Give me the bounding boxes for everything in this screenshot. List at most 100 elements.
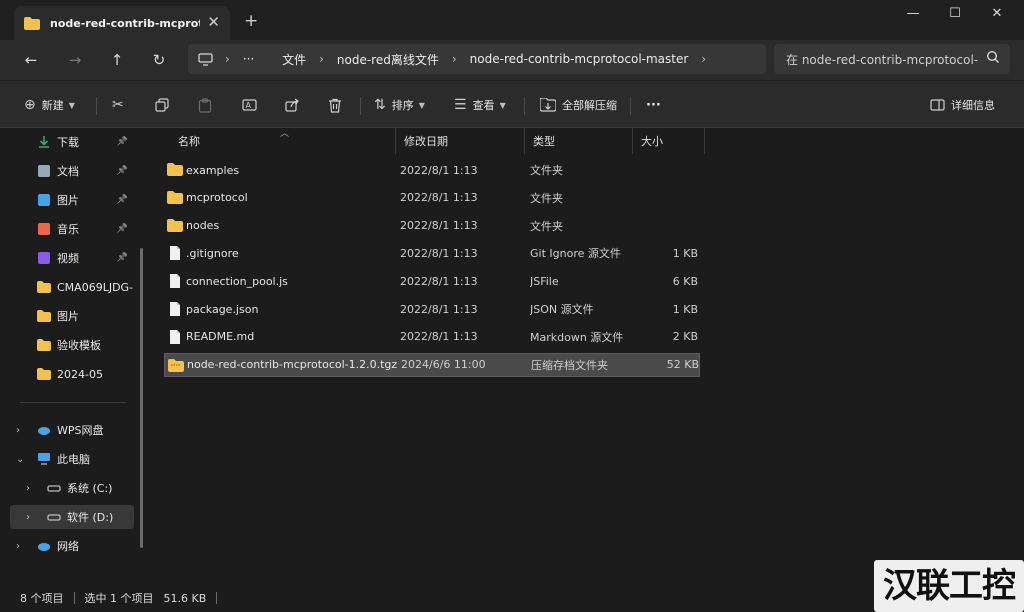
sidebar-item[interactable]: CMA069LJDG- (10, 275, 134, 299)
sidebar-item[interactable]: 音乐 📌 (10, 217, 134, 241)
paste-icon (198, 97, 212, 113)
file-row[interactable]: examples 2022/8/1 1:13 文件夹 (164, 158, 700, 182)
file-type: 文件夹 (530, 219, 563, 233)
sidebar-tree-item[interactable]: › 软件 (D:) (10, 505, 134, 529)
sidebar-item[interactable]: 2024-05 (10, 362, 134, 386)
forward-arrow-icon[interactable]: → (62, 48, 88, 72)
chevron-right-icon[interactable]: › (16, 541, 20, 552)
column-header-name[interactable]: 名称 (170, 128, 396, 154)
pin-icon[interactable]: 📌 (117, 137, 128, 147)
folder-icon (167, 190, 183, 204)
sidebar-item[interactable]: 下载 📌 (10, 130, 134, 154)
view-list-icon: ☰ (454, 97, 467, 113)
status-divider (216, 592, 218, 604)
breadcrumb-item[interactable]: node-red离线文件 (337, 51, 439, 68)
toolbar-divider (96, 97, 97, 115)
more-options-button[interactable]: ··· (646, 93, 661, 117)
folder-icon (37, 281, 51, 293)
extract-all-button[interactable]: 全部解压缩 (540, 93, 617, 117)
sidebar-item[interactable]: 视频 📌 (10, 246, 134, 270)
refresh-icon[interactable]: ↻ (146, 48, 172, 72)
trash-icon (329, 98, 341, 113)
sidebar-scrollbar[interactable] (140, 248, 143, 548)
copy-button[interactable] (155, 93, 169, 117)
chevron-down-icon: ▼ (68, 100, 75, 110)
delete-button[interactable] (328, 93, 342, 117)
document-icon (38, 165, 50, 177)
sidebar-item[interactable]: 图片 📌 (10, 188, 134, 212)
computer-icon (38, 453, 50, 465)
sidebar-item[interactable]: 验收模板 (10, 333, 134, 357)
chevron-right-icon[interactable]: › (26, 512, 30, 523)
folder-icon (24, 16, 40, 30)
chevron-down-icon[interactable]: ⌄ (16, 454, 24, 465)
pin-icon[interactable]: 📌 (117, 166, 128, 176)
column-header-type[interactable]: 类型 (525, 128, 633, 154)
chevron-right-icon[interactable]: › (26, 483, 30, 494)
file-row[interactable]: package.json 2022/8/1 1:13 JSON 源文件 1 KB (164, 297, 700, 321)
sidebar-tree-label: 软件 (D:) (67, 511, 114, 524)
paste-button[interactable] (198, 93, 212, 117)
address-bar[interactable]: › ··· › 文件 › node-red离线文件 › node-red-con… (188, 44, 766, 74)
sidebar-tree-item[interactable]: › WPS网盘 (10, 418, 134, 442)
close-window-button[interactable]: ✕ (982, 4, 1012, 24)
file-row[interactable]: .gitignore 2022/8/1 1:13 Git Ignore 源文件 1 K… (164, 241, 700, 265)
details-pane-button[interactable]: 详细信息 (930, 93, 995, 117)
sidebar-tree-item[interactable]: › 系统 (C:) (10, 476, 134, 500)
view-label: 查看 (472, 99, 495, 112)
cut-button[interactable]: ✂ (112, 93, 130, 117)
view-button[interactable]: ☰ 查看 ▼ (454, 93, 506, 117)
minimize-button[interactable]: — (898, 4, 928, 24)
rename-button[interactable]: A (242, 93, 257, 117)
sort-button[interactable]: ⇅ 排序 ▼ (374, 93, 425, 117)
file-date: 2022/8/1 1:13 (400, 191, 478, 205)
back-arrow-icon[interactable]: ← (18, 48, 44, 72)
file-row[interactable]: nodes 2022/8/1 1:13 文件夹 (164, 214, 700, 238)
pin-icon[interactable]: 📌 (117, 224, 128, 234)
file-date: 2022/8/1 1:13 (400, 274, 478, 288)
breadcrumb-chevron-icon[interactable]: › (701, 52, 706, 66)
tab-active[interactable]: node-red-contrib-mcprotocol- ✕ (14, 6, 230, 40)
new-tab-button[interactable]: + (244, 12, 258, 30)
sidebar-item-label: CMA069LJDG- (57, 280, 134, 294)
breadcrumb-item[interactable]: node-red-contrib-mcprotocol-master (470, 52, 689, 66)
selection-size: 51.6 KB (163, 591, 207, 605)
sidebar-item-label: 文档 (57, 165, 79, 178)
search-icon (986, 50, 999, 63)
pin-icon[interactable]: 📌 (117, 253, 128, 263)
breadcrumb-item[interactable]: 文件 (282, 51, 306, 68)
file-row[interactable]: connection_pool.js 2022/8/1 1:13 JSFile 6 K… (164, 269, 700, 293)
file-row[interactable]: node-red-contrib-mcprotocol-1.2.0.tgz 202… (164, 352, 700, 377)
drive-icon (47, 485, 61, 492)
sidebar-item[interactable]: 图片 (10, 304, 134, 328)
folder-icon (37, 310, 51, 322)
chevron-right-icon[interactable]: › (16, 425, 20, 436)
file-name: mcprotocol (186, 191, 248, 205)
tab-close-icon[interactable]: ✕ (207, 14, 220, 30)
file-row[interactable]: README.md 2022/8/1 1:13 Markdown 源文件 2 KB (164, 325, 700, 349)
file-name: README.md (186, 330, 255, 344)
maximize-button[interactable]: ☐ (940, 4, 970, 24)
file-size: 1 KB (672, 302, 698, 316)
file-row[interactable]: mcprotocol 2022/8/1 1:13 文件夹 (164, 186, 700, 210)
up-arrow-icon[interactable]: ↑ (104, 48, 130, 72)
new-button[interactable]: ⊕ 新建 ▼ (24, 93, 75, 117)
sidebar-item-label: 验收模板 (57, 339, 101, 352)
search-placeholder: 在 node-red-contrib-mcprotocol- (786, 52, 979, 67)
file-list: ︿ 名称 修改日期 类型 大小 examples 2022/8/1 1:13 文件夹… (150, 128, 1024, 584)
pin-icon[interactable]: 📌 (117, 195, 128, 205)
share-button[interactable] (285, 93, 300, 117)
file-date: 2022/8/1 1:13 (400, 246, 478, 260)
breadcrumb-overflow[interactable]: ··· (243, 52, 254, 66)
sidebar-item[interactable]: 文档 📌 (10, 159, 134, 183)
file-type: Git Ignore 源文件 (530, 247, 621, 261)
column-header-size[interactable]: 大小 (633, 128, 705, 154)
sidebar-tree-item[interactable]: ⌄ 此电脑 (10, 447, 134, 471)
search-input[interactable]: 在 node-red-contrib-mcprotocol- (774, 44, 1010, 74)
chevron-down-icon: ▼ (499, 100, 506, 110)
column-header-date[interactable]: 修改日期 (396, 128, 525, 154)
file-date: 2024/6/6 11:00 (401, 358, 486, 372)
sidebar-tree-label: WPS网盘 (57, 424, 104, 437)
network-icon (38, 543, 50, 551)
sidebar-tree-item[interactable]: › 网络 (10, 534, 134, 558)
